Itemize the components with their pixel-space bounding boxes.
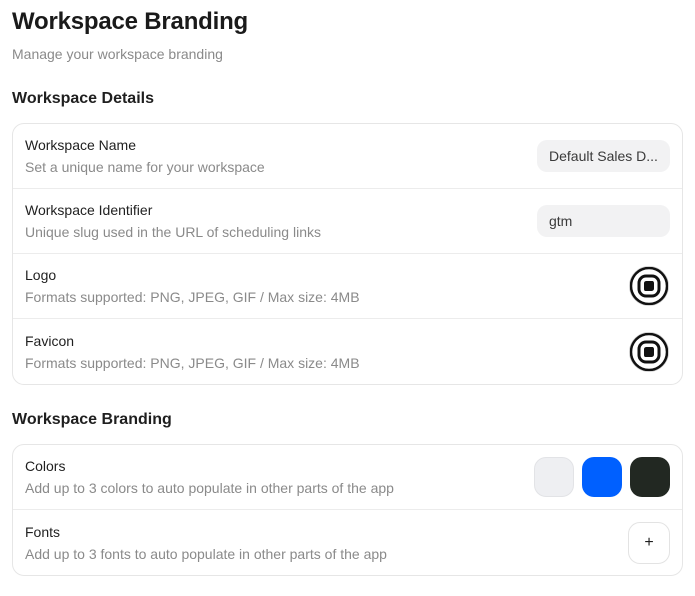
workspace-branding-card: Colors Add up to 3 colors to auto popula… xyxy=(12,444,683,576)
workspace-name-label: Workspace Name xyxy=(25,137,137,153)
logo-description: Formats supported: PNG, JPEG, GIF / Max … xyxy=(25,289,360,305)
color-swatch-3[interactable] xyxy=(630,457,670,497)
workspace-details-card: Workspace Name Set a unique name for you… xyxy=(12,123,683,385)
logo-row: Logo Formats supported: PNG, JPEG, GIF /… xyxy=(13,254,682,319)
colors-row: Colors Add up to 3 colors to auto popula… xyxy=(13,445,682,510)
favicon-description: Formats supported: PNG, JPEG, GIF / Max … xyxy=(25,354,360,371)
logo-upload-button[interactable] xyxy=(629,266,669,306)
workspace-identifier-description: Unique slug used in the URL of schedulin… xyxy=(25,224,321,240)
workspace-identifier-row: Workspace Identifier Unique slug used in… xyxy=(13,189,682,254)
add-font-button[interactable]: + xyxy=(628,521,670,564)
workspace-identifier-input[interactable] xyxy=(537,205,670,237)
plus-icon: + xyxy=(644,533,654,551)
fonts-description: Add up to 3 fonts to auto populate in ot… xyxy=(25,545,387,562)
page-title: Workspace Branding xyxy=(12,8,249,35)
section-title-branding: Workspace Branding xyxy=(12,411,172,428)
colors-label: Colors xyxy=(25,458,66,474)
page-subtitle: Manage your workspace branding xyxy=(12,46,223,62)
favicon-upload-button[interactable] xyxy=(629,331,669,372)
branding-page: Workspace Branding Manage your workspace… xyxy=(0,0,695,596)
workspace-name-input[interactable] xyxy=(537,140,670,172)
workspace-name-description: Set a unique name for your workspace xyxy=(25,159,265,175)
color-swatch-2[interactable] xyxy=(582,457,622,497)
color-swatches xyxy=(534,457,670,497)
fonts-row: Fonts Add up to 3 fonts to auto populate… xyxy=(13,510,682,575)
logo-icon xyxy=(630,267,668,305)
workspace-identifier-label: Workspace Identifier xyxy=(25,202,153,218)
favicon-label: Favicon xyxy=(25,332,75,349)
logo-label: Logo xyxy=(25,267,57,283)
fonts-label: Fonts xyxy=(25,523,61,540)
favicon-icon xyxy=(630,332,668,371)
section-title-details: Workspace Details xyxy=(12,90,154,107)
color-swatch-1[interactable] xyxy=(534,457,574,497)
workspace-name-row: Workspace Name Set a unique name for you… xyxy=(13,124,682,189)
favicon-row: Favicon Formats supported: PNG, JPEG, GI… xyxy=(13,319,682,384)
colors-description: Add up to 3 colors to auto populate in o… xyxy=(25,480,394,496)
